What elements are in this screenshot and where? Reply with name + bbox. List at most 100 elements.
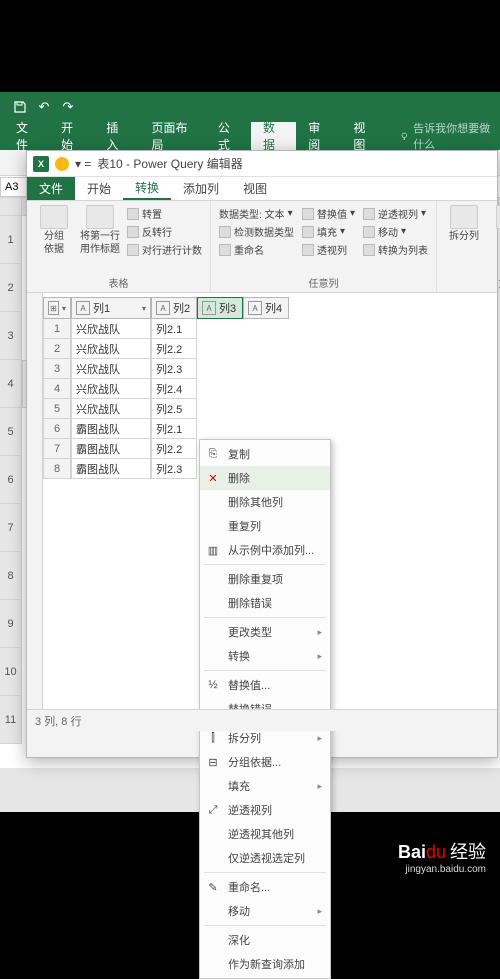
row-header[interactable]: 1 [0,216,22,264]
pivot-button[interactable]: 透视列 [300,241,357,258]
cell[interactable]: 兴欣战队 [71,339,151,359]
groupby-button[interactable]: 分组依据 [33,205,75,273]
count-rows-button[interactable]: 对行进行计数 [125,241,204,258]
row-header[interactable]: 8 [0,552,22,600]
cell[interactable]: 兴欣战队 [71,399,151,419]
table-row[interactable]: 5兴欣战队列2.5 [43,399,303,419]
ctx-add-as-query[interactable]: 作为新查询添加 [200,952,330,976]
ctx-drill-down[interactable]: 深化 [200,928,330,952]
cell[interactable]: 列2.3 [151,359,197,379]
tab-data[interactable]: 数据 [251,122,296,150]
ctx-transform[interactable]: 转换▸ [200,644,330,668]
table-row[interactable]: 2兴欣战队列2.2 [43,339,303,359]
ctx-fill[interactable]: 填充▸ [200,774,330,798]
undo-icon[interactable]: ↶ [32,95,56,119]
ctx-add-from-example[interactable]: ▥从示例中添加列... [200,538,330,562]
text-type-icon: A [248,301,262,315]
ctx-remove-errors[interactable]: 删除错误 [200,591,330,615]
row-header[interactable]: 4 [0,360,22,408]
use-first-row-headers-button[interactable]: 将第一行用作标题 [79,205,121,273]
ctx-move[interactable]: 移动▸ [200,899,330,923]
pq-tab-addcolumn[interactable]: 添加列 [171,177,231,200]
row-header[interactable]: 9 [0,600,22,648]
submenu-arrow-icon: ▸ [317,906,322,917]
pq-tab-transform[interactable]: 转换 [123,177,171,200]
cell[interactable]: 霸图战队 [71,439,151,459]
rename-button[interactable]: 重命名 [217,241,296,258]
save-icon[interactable] [8,95,32,119]
cell[interactable]: 兴欣战队 [71,319,151,339]
tab-view[interactable]: 视图 [341,122,386,150]
datatype-button[interactable]: 数据类型: 文本 ▾ [217,205,296,222]
column-header-2[interactable]: A列2 [151,297,197,319]
ctx-remove-duplicates[interactable]: 删除重复项 [200,567,330,591]
cell[interactable]: 列2.1 [151,419,197,439]
split-column-button[interactable]: 拆分列 [443,205,485,273]
ctx-copy[interactable]: ⎘复制 [200,442,330,466]
ctx-replace-values[interactable]: ½替换值... [200,673,330,697]
feedback-smiley-icon[interactable] [55,157,69,171]
ctx-change-type[interactable]: 更改类型▸ [200,620,330,644]
cell[interactable]: 列2.5 [151,399,197,419]
ctx-group-by[interactable]: ⊟分组依据... [200,750,330,774]
cell[interactable]: 列2.3 [151,459,197,479]
pq-tab-file[interactable]: 文件 [27,177,75,200]
table-row[interactable]: 4兴欣战队列2.4 [43,379,303,399]
table-row[interactable]: 6霸图战队列2.1 [43,419,303,439]
cell[interactable]: 列2.2 [151,439,197,459]
ctx-unpivot[interactable]: ⤢逆透视列 [200,798,330,822]
table-row[interactable]: 3兴欣战队列2.3 [43,359,303,379]
excel-ribbon-tabs: 文件 开始 插入 页面布局 公式 数据 审阅 视图 告诉我你想要做什么 [0,122,500,150]
pq-window-title: 表10 - Power Query 编辑器 [97,155,242,172]
tab-home[interactable]: 开始 [49,122,94,150]
row-header[interactable]: 11 [0,696,22,744]
cell[interactable]: 霸图战队 [71,459,151,479]
ctx-rename[interactable]: ✎重命名... [200,875,330,899]
move-button[interactable]: 移动 ▾ [361,223,430,240]
tab-formulas[interactable]: 公式 [206,122,251,150]
cell[interactable]: 列2.2 [151,339,197,359]
row-header[interactable]: 10 [0,648,22,696]
unpivot-button[interactable]: 逆透视列 ▾ [361,205,430,222]
format-button[interactable]: 格式 [489,205,500,273]
redo-icon[interactable]: ↷ [56,95,80,119]
cell[interactable]: 列2.4 [151,379,197,399]
replace-values-button[interactable]: 替换值 ▾ [300,205,357,222]
cell[interactable]: 兴欣战队 [71,359,151,379]
row-number: 2 [43,339,71,359]
pq-tab-view[interactable]: 视图 [231,177,279,200]
column-header-4[interactable]: A列4 [243,297,289,319]
tellme-search[interactable]: 告诉我你想要做什么 [399,122,500,150]
ctx-delete[interactable]: ✕删除 [200,466,330,490]
table-row[interactable]: 1兴欣战队列2.1 [43,319,303,339]
grid-corner[interactable]: ⊞▾ [43,297,71,319]
excel-window: ↶ ↷ 文件 开始 插入 页面布局 公式 数据 审阅 视图 告诉我你想要做什么 … [0,92,500,812]
ctx-duplicate[interactable]: 重复列 [200,514,330,538]
tab-layout[interactable]: 页面布局 [140,122,206,150]
ctx-unpivot-other[interactable]: 逆透视其他列 [200,822,330,846]
tab-review[interactable]: 审阅 [296,122,341,150]
row-header[interactable]: 3 [0,312,22,360]
row-header[interactable]: 7 [0,504,22,552]
lightbulb-icon [399,130,410,142]
row-header[interactable]: 6 [0,456,22,504]
tab-insert[interactable]: 插入 [94,122,139,150]
cell[interactable]: 兴欣战队 [71,379,151,399]
row-header[interactable]: 5 [0,408,22,456]
pq-queries-pane-collapsed[interactable] [27,293,43,731]
ctx-delete-other[interactable]: 删除其他列 [200,490,330,514]
column-header-1[interactable]: A列1▾ [71,297,151,319]
row-header[interactable]: 2 [0,264,22,312]
ctx-unpivot-selected[interactable]: 仅逆透视选定列 [200,846,330,870]
to-list-button[interactable]: 转换为列表 [361,241,430,258]
detect-datatype-button[interactable]: 检测数据类型 [217,223,296,240]
fill-button[interactable]: 填充 ▾ [300,223,357,240]
transpose-button[interactable]: 转置 [125,205,204,222]
delete-x-icon: ✕ [206,471,220,485]
reverse-rows-button[interactable]: 反转行 [125,223,204,240]
cell[interactable]: 列2.1 [151,319,197,339]
pq-tab-home[interactable]: 开始 [75,177,123,200]
column-header-3-selected[interactable]: A列3 [197,297,243,319]
cell[interactable]: 霸图战队 [71,419,151,439]
tab-file[interactable]: 文件 [4,122,49,150]
